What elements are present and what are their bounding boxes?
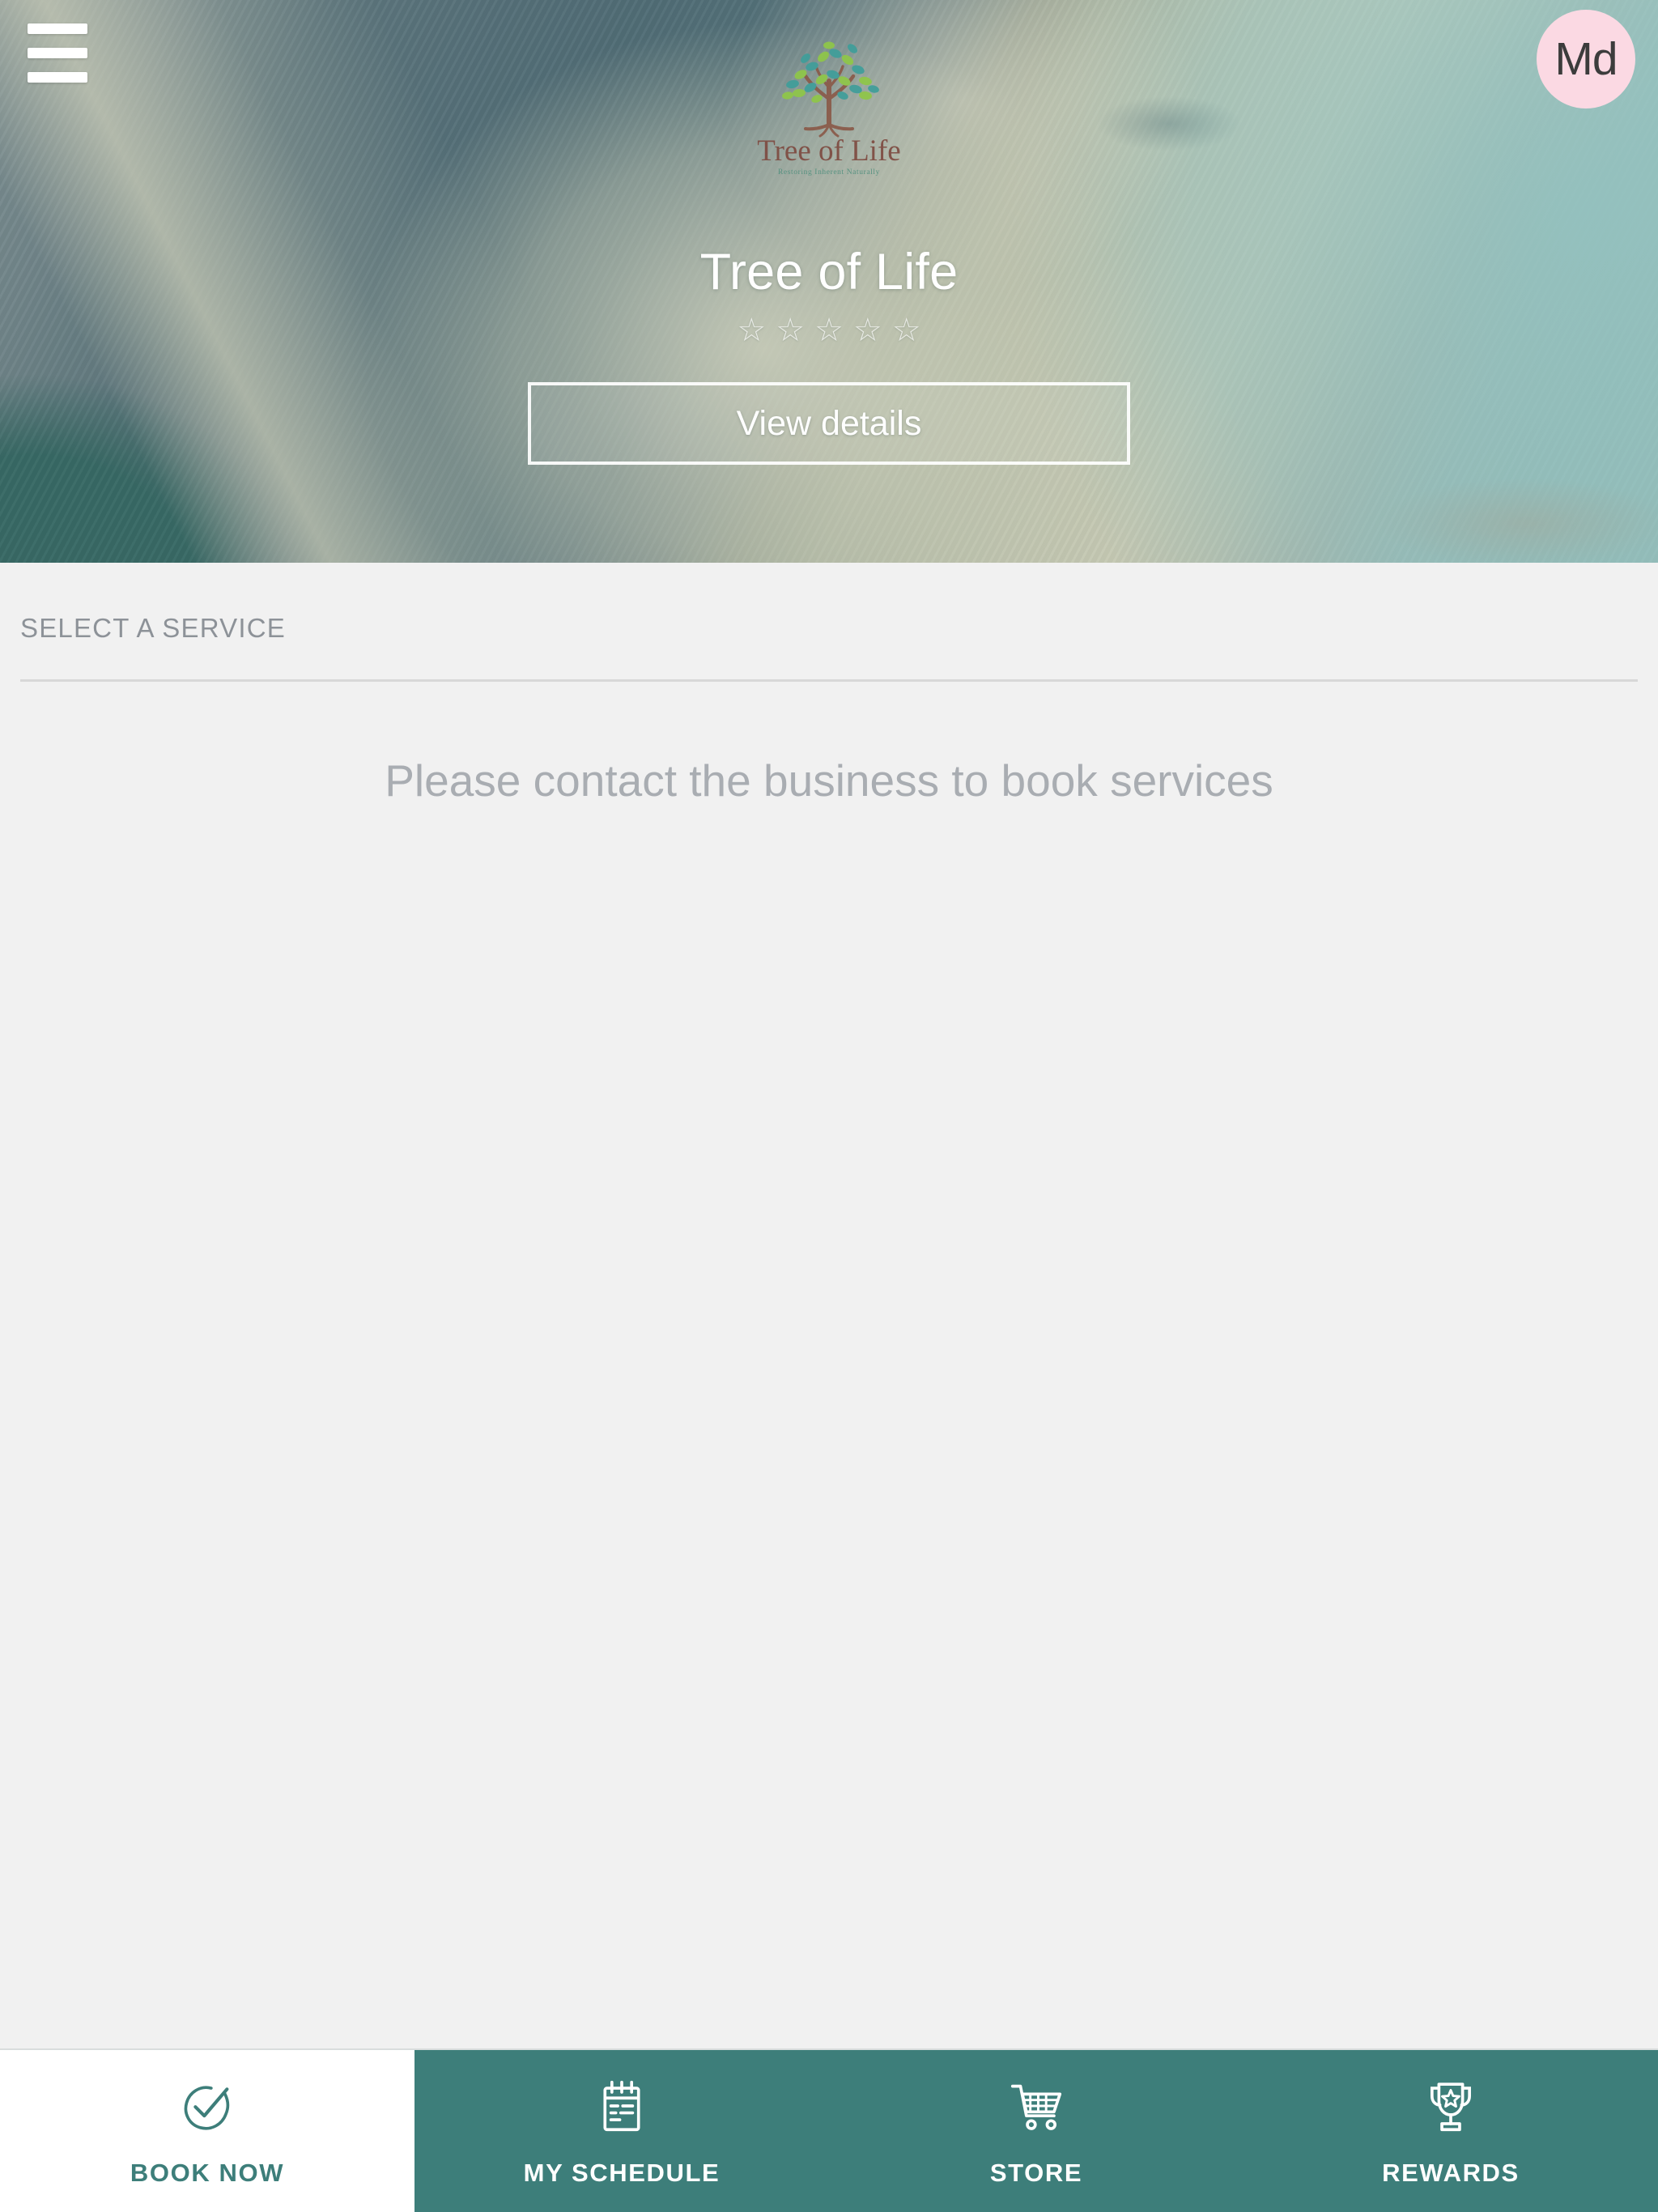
main-content: SELECT A SERVICE Please contact the busi…: [0, 563, 1658, 2048]
nav-label-my-schedule: MY SCHEDULE: [523, 2159, 721, 2187]
view-details-button[interactable]: View details: [528, 382, 1130, 465]
star-icon-4[interactable]: ☆: [853, 314, 882, 347]
logo-tagline: Restoring Inherent Naturally: [777, 168, 881, 177]
hero-center-block: Tree of Life ☆ ☆ ☆ ☆ ☆ View details: [0, 243, 1658, 465]
logo-wordmark: Tree of Life: [757, 134, 901, 168]
star-rating[interactable]: ☆ ☆ ☆ ☆ ☆: [737, 314, 920, 347]
section-title-select-a-service: SELECT A SERVICE: [20, 613, 286, 643]
hamburger-bar-1: [28, 23, 87, 34]
star-icon-2[interactable]: ☆: [776, 314, 805, 347]
app-root: Md Tree of Life Restoring Inherent Natur…: [0, 0, 1658, 2212]
empty-state-message: Please contact the business to book serv…: [385, 755, 1273, 806]
nav-item-book-now[interactable]: BOOK NOW: [0, 2050, 414, 2212]
section-divider: [20, 679, 1638, 682]
nav-item-rewards[interactable]: REWARDS: [1244, 2050, 1658, 2212]
star-icon-3[interactable]: ☆: [814, 314, 844, 347]
star-icon-1[interactable]: ☆: [737, 314, 766, 347]
hamburger-bar-3: [28, 71, 87, 83]
calendar-notepad-icon: [603, 2080, 640, 2132]
nav-label-rewards: REWARDS: [1382, 2159, 1520, 2187]
avatar[interactable]: Md: [1537, 10, 1635, 108]
hero-banner: Md Tree of Life Restoring Inherent Natur…: [0, 0, 1658, 563]
business-name: Tree of Life: [699, 244, 959, 300]
nav-item-store[interactable]: STORE: [829, 2050, 1244, 2212]
star-icon-5[interactable]: ☆: [892, 314, 921, 347]
nav-label-book-now: BOOK NOW: [130, 2159, 285, 2187]
tree-icon: [782, 41, 879, 138]
avatar-initials: Md: [1554, 33, 1618, 85]
hamburger-bar-2: [28, 47, 87, 58]
check-circle-icon: [184, 2086, 230, 2130]
shopping-cart-icon: [1010, 2084, 1062, 2130]
bottom-navigation-bar: BOOK NOW MY SCHEDULE STORE REWARDS: [0, 2048, 1658, 2212]
nav-item-my-schedule[interactable]: MY SCHEDULE: [414, 2050, 829, 2212]
hamburger-menu-icon[interactable]: [28, 23, 87, 83]
nav-label-store: STORE: [989, 2159, 1083, 2187]
trophy-star-icon: [1431, 2082, 1471, 2132]
tree-of-life-logo: Tree of Life Restoring Inherent Naturall…: [736, 18, 922, 188]
